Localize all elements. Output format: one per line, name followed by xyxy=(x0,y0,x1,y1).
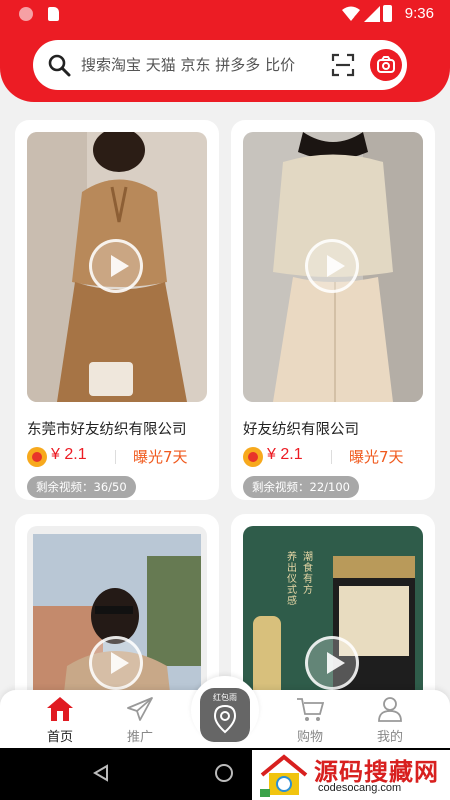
red-packet-rain-button[interactable]: 红包雨 xyxy=(191,676,259,744)
tab-cart[interactable]: 购物 xyxy=(274,690,346,748)
promo-text: 养出仪式感 xyxy=(287,552,297,607)
signal-icon xyxy=(364,6,380,22)
camera-icon xyxy=(377,56,395,73)
exposure-label: 曝光7天 xyxy=(133,448,188,466)
remaining-videos-badge: 剩余视频：22/100 xyxy=(243,476,359,498)
home-icon xyxy=(47,697,73,721)
product-video-thumbnail[interactable] xyxy=(243,132,423,402)
play-icon[interactable] xyxy=(305,636,359,690)
remaining-videos-badge: 剩余视频：36/50 xyxy=(27,476,136,498)
watermark-url: codesocang.com xyxy=(318,782,402,794)
sd-card-icon xyxy=(48,7,59,21)
notification-dot-icon xyxy=(19,7,33,21)
tab-label: 我的 xyxy=(376,730,403,745)
product-video-thumbnail[interactable] xyxy=(27,132,207,402)
clock: 9:36 xyxy=(404,5,434,22)
tab-home[interactable]: 首页 xyxy=(24,690,96,748)
wifi-icon xyxy=(342,6,360,21)
scan-icon[interactable] xyxy=(331,53,355,77)
product-card[interactable]: 好友纺织有限公司 ¥ 2.1 曝光7天 剩余视频：22/100 xyxy=(231,120,435,500)
price: ¥ 2.1 xyxy=(51,446,87,463)
camera-search-button[interactable] xyxy=(370,49,402,81)
location-pin-icon xyxy=(213,704,237,734)
promo-text: 潮食有方 xyxy=(303,552,313,596)
watermark: 源码搜藏网 codesocang.com xyxy=(252,750,450,800)
play-icon[interactable] xyxy=(89,636,143,690)
price: ¥ 2.1 xyxy=(267,446,303,463)
exposure-label: 曝光7天 xyxy=(349,448,404,466)
tab-label: 首页 xyxy=(46,730,73,745)
tab-label: 推广 xyxy=(126,730,153,745)
search-bar[interactable]: 搜索淘宝 天猫 京东 拼多多 比价 xyxy=(33,40,407,90)
home-nav-icon[interactable] xyxy=(215,764,233,782)
paper-plane-icon xyxy=(127,697,153,721)
divider xyxy=(115,450,116,464)
product-card[interactable]: 东莞市好友纺织有限公司 ¥ 2.1 曝光7天 剩余视频：36/50 xyxy=(15,120,219,500)
center-label: 红包雨 xyxy=(213,693,237,702)
company-name: 东莞市好友纺织有限公司 xyxy=(27,422,187,438)
divider xyxy=(331,450,332,464)
user-icon xyxy=(378,697,402,722)
tab-me[interactable]: 我的 xyxy=(354,690,426,748)
search-input[interactable]: 搜索淘宝 天猫 京东 拼多多 比价 xyxy=(81,54,313,75)
coin-icon xyxy=(243,447,263,467)
watermark-house-logo xyxy=(260,754,308,797)
status-bar: 9:36 xyxy=(0,0,450,28)
coin-icon xyxy=(27,447,47,467)
tab-promote[interactable]: 推广 xyxy=(104,690,176,748)
tab-label: 购物 xyxy=(296,730,323,745)
red-packet-badge: 红包雨 xyxy=(200,688,250,742)
search-icon xyxy=(48,54,71,77)
play-icon[interactable] xyxy=(305,239,359,293)
battery-icon xyxy=(383,5,392,22)
cart-icon xyxy=(297,698,324,721)
company-name: 好友纺织有限公司 xyxy=(243,422,359,438)
back-icon[interactable] xyxy=(92,764,110,782)
play-icon[interactable] xyxy=(89,239,143,293)
